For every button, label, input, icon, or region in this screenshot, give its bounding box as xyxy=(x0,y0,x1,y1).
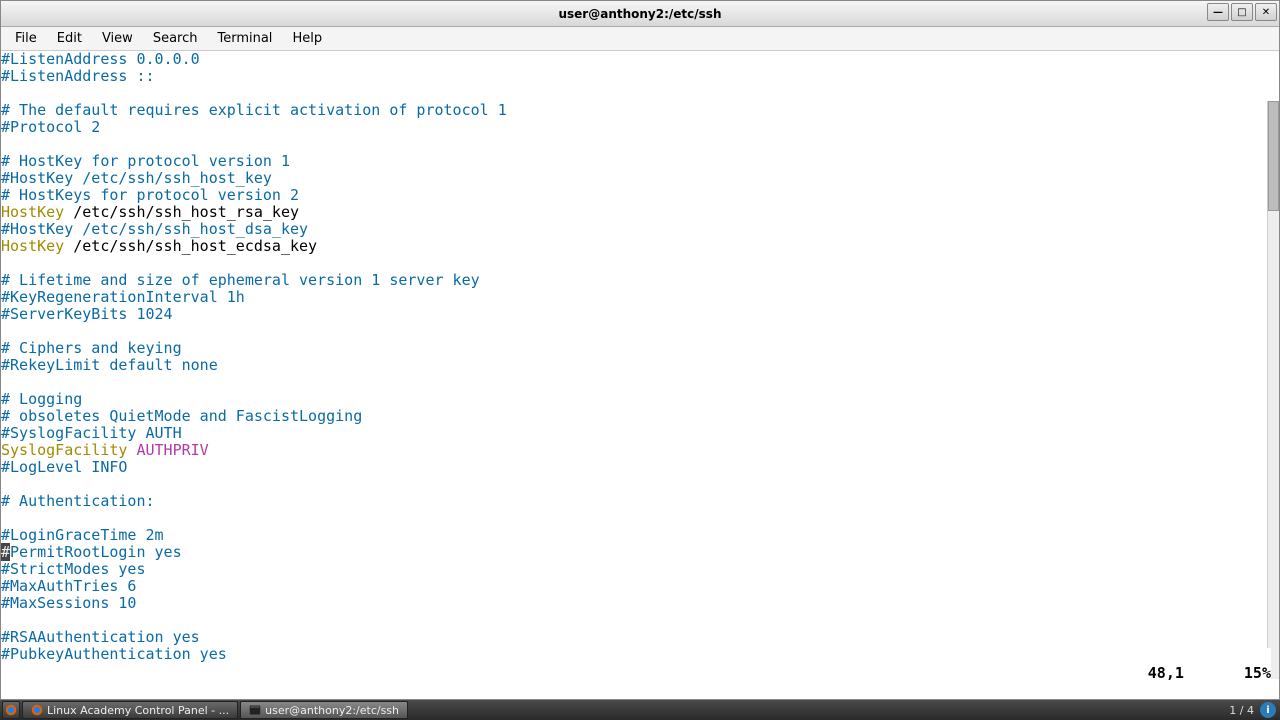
config-line: # Authentication: xyxy=(1,493,1279,510)
config-line: HostKey /etc/ssh/ssh_host_rsa_key xyxy=(1,204,1279,221)
taskbar-item-label: Linux Academy Control Panel - ... xyxy=(47,704,229,717)
workspace-pager[interactable]: 1 / 4 xyxy=(1229,704,1254,717)
config-line: #Protocol 2 xyxy=(1,119,1279,136)
close-button[interactable]: ✕ xyxy=(1255,3,1277,21)
config-line: #HostKey /etc/ssh/ssh_host_dsa_key xyxy=(1,221,1279,238)
config-line xyxy=(1,255,1279,272)
start-button[interactable] xyxy=(2,701,20,719)
config-line: # Logging xyxy=(1,391,1279,408)
firefox-icon xyxy=(31,704,43,716)
firefox-icon xyxy=(5,704,17,716)
config-line: #PermitRootLogin yes xyxy=(1,544,1279,561)
menu-edit[interactable]: Edit xyxy=(47,29,92,48)
config-line: #HostKey /etc/ssh/ssh_host_key xyxy=(1,170,1279,187)
config-line: #ListenAddress 0.0.0.0 xyxy=(1,51,1279,68)
scroll-thumb[interactable] xyxy=(1268,101,1279,211)
config-line: #StrictModes yes xyxy=(1,561,1279,578)
config-line: # HostKeys for protocol version 2 xyxy=(1,187,1279,204)
taskbar-item[interactable]: user@anthony2:/etc/ssh xyxy=(240,701,408,719)
config-line: #MaxAuthTries 6 xyxy=(1,578,1279,595)
config-line: #ListenAddress :: xyxy=(1,68,1279,85)
vim-status: 48,1 15% xyxy=(1034,648,1271,699)
window-controls: — □ ✕ xyxy=(1207,3,1277,21)
menu-view[interactable]: View xyxy=(92,29,143,48)
scrollbar[interactable] xyxy=(1267,101,1279,679)
config-line: #MaxSessions 10 xyxy=(1,595,1279,612)
titlebar[interactable]: user@anthony2:/etc/ssh — □ ✕ xyxy=(1,1,1279,27)
system-tray: 1 / 4 i xyxy=(1229,702,1280,718)
config-line: # Lifetime and size of ephemeral version… xyxy=(1,272,1279,289)
taskbar: Linux Academy Control Panel - ... user@an… xyxy=(0,700,1280,720)
maximize-button[interactable]: □ xyxy=(1231,3,1253,21)
config-line: #LogLevel INFO xyxy=(1,459,1279,476)
config-line: #ServerKeyBits 1024 xyxy=(1,306,1279,323)
config-line xyxy=(1,136,1279,153)
menubar: FileEditViewSearchTerminalHelp xyxy=(1,27,1279,51)
config-line: # obsoletes QuietMode and FascistLogging xyxy=(1,408,1279,425)
config-line xyxy=(1,85,1279,102)
config-line xyxy=(1,374,1279,391)
cursor-position: 48,1 xyxy=(1148,665,1184,682)
notification-badge[interactable]: i xyxy=(1260,702,1276,718)
config-line: #SyslogFacility AUTH xyxy=(1,425,1279,442)
config-line: #RSAAuthentication yes xyxy=(1,629,1279,646)
config-line xyxy=(1,510,1279,527)
terminal-window: user@anthony2:/etc/ssh — □ ✕ FileEditVie… xyxy=(0,0,1280,700)
menu-search[interactable]: Search xyxy=(143,29,208,48)
taskbar-item[interactable]: Linux Academy Control Panel - ... xyxy=(22,701,238,719)
window-title: user@anthony2:/etc/ssh xyxy=(558,7,721,21)
term-icon xyxy=(249,704,261,716)
taskbar-item-label: user@anthony2:/etc/ssh xyxy=(265,704,399,717)
menu-file[interactable]: File xyxy=(5,29,47,48)
config-line: #KeyRegenerationInterval 1h xyxy=(1,289,1279,306)
file-percent: 15% xyxy=(1244,665,1271,682)
config-line: HostKey /etc/ssh/ssh_host_ecdsa_key xyxy=(1,238,1279,255)
config-line xyxy=(1,323,1279,340)
config-line xyxy=(1,612,1279,629)
menu-terminal[interactable]: Terminal xyxy=(207,29,282,48)
menu-help[interactable]: Help xyxy=(282,29,332,48)
config-line xyxy=(1,476,1279,493)
terminal-content[interactable]: #ListenAddress 0.0.0.0#ListenAddress :: … xyxy=(1,51,1279,699)
config-line: # The default requires explicit activati… xyxy=(1,102,1279,119)
minimize-button[interactable]: — xyxy=(1207,3,1229,21)
config-line: #RekeyLimit default none xyxy=(1,357,1279,374)
config-line: # Ciphers and keying xyxy=(1,340,1279,357)
config-line: SyslogFacility AUTHPRIV xyxy=(1,442,1279,459)
config-line: # HostKey for protocol version 1 xyxy=(1,153,1279,170)
config-line: #LoginGraceTime 2m xyxy=(1,527,1279,544)
cursor: # xyxy=(1,543,10,561)
